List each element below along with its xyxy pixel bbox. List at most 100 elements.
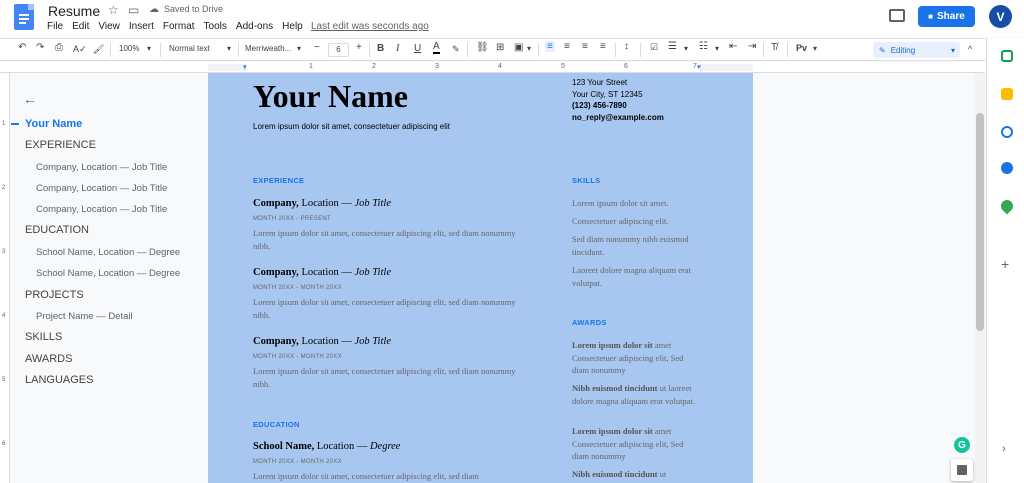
align-right-icon[interactable]: ≡ — [582, 41, 588, 52]
outline-subheading[interactable]: Project Name — Detail — [36, 311, 133, 322]
comment-history-icon[interactable] — [889, 9, 905, 22]
keep-icon[interactable] — [1001, 88, 1013, 100]
decrease-font-size-icon[interactable]: − — [314, 42, 320, 53]
school-line[interactable]: School Name, Location — Degree — [253, 441, 400, 452]
grammarly-icon[interactable]: G — [954, 437, 970, 453]
expand-panel-chevron-icon[interactable]: › — [1002, 443, 1006, 455]
editing-mode-select[interactable]: ✎ Editing ▾ — [873, 42, 960, 58]
collapse-menus-icon[interactable]: ^ — [968, 44, 972, 54]
outline-heading[interactable]: SKILLS — [25, 331, 62, 343]
skill-item[interactable]: Sed diam nonummy nibh euismod tincidunt. — [572, 233, 702, 258]
contacts-icon[interactable] — [1001, 162, 1013, 174]
document-page[interactable]: Your Name Lorem ipsum dolor sit amet, co… — [208, 73, 753, 483]
bulleted-list-icon[interactable]: ☰ — [668, 41, 677, 52]
job-dates[interactable]: MONTH 20XX - MONTH 20XX — [253, 354, 342, 360]
contact-block[interactable]: 123 Your Street Your City, ST 12345 (123… — [572, 77, 664, 123]
resume-name[interactable]: Your Name — [253, 78, 408, 115]
outline-heading[interactable]: PROJECTS — [25, 289, 84, 301]
menu-insert[interactable]: Insert — [129, 21, 154, 32]
job-title-line[interactable]: Company, Location — Job Title — [253, 336, 391, 347]
outline-subheading[interactable]: Company, Location — Job Title — [36, 162, 167, 173]
right-indent-marker[interactable]: ▾ — [697, 63, 701, 71]
job-description[interactable]: Lorem ipsum dolor sit amet, consectetuer… — [253, 365, 533, 390]
resume-tagline[interactable]: Lorem ipsum dolor sit amet, consectetuer… — [253, 122, 450, 131]
back-arrow-icon[interactable]: ← — [23, 91, 37, 107]
clear-formatting-icon[interactable]: T̸ — [771, 42, 777, 53]
skill-item[interactable]: Consectetuer adipiscing elit. — [572, 215, 702, 228]
input-tools-icon[interactable]: Pv — [796, 43, 807, 53]
checklist-icon[interactable]: ☑ — [650, 42, 658, 53]
job-dates[interactable]: MONTH 20XX - MONTH 20XX — [253, 285, 342, 291]
share-button[interactable]: ■ Share — [918, 6, 975, 27]
tasks-icon[interactable] — [1001, 126, 1013, 138]
spellcheck-icon[interactable]: A✓ — [73, 44, 87, 55]
outline-subheading[interactable]: Company, Location — Job Title — [36, 204, 167, 215]
last-edit-link[interactable]: Last edit was seconds ago — [311, 21, 429, 32]
outline-heading[interactable]: EDUCATION — [25, 224, 89, 236]
line-spacing-icon[interactable]: ↕ — [624, 41, 629, 52]
job-description[interactable]: Lorem ipsum dolor sit amet, consectetuer… — [253, 227, 533, 252]
increase-indent-icon[interactable]: ⇥ — [748, 41, 756, 52]
skill-item[interactable]: Laoreet dolore magna aliquam erat volutp… — [572, 264, 702, 289]
school-dates[interactable]: MONTH 20XX - MONTH 20XX — [253, 459, 342, 465]
menu-edit[interactable]: Edit — [72, 21, 89, 32]
vertical-ruler[interactable]: 1 2 3 4 5 6 — [0, 73, 10, 483]
scrollbar-thumb[interactable] — [976, 113, 984, 331]
award-item[interactable]: Nibh euismod tincidunt ut — [572, 468, 702, 481]
zoom-select[interactable]: 100% — [119, 44, 139, 53]
outline-subheading[interactable]: Company, Location — Job Title — [36, 183, 167, 194]
align-left-icon[interactable]: ≡ — [545, 41, 555, 52]
skills-heading[interactable]: SKILLS — [572, 176, 600, 185]
text-color-icon[interactable]: A — [433, 42, 440, 54]
menu-format[interactable]: Format — [163, 21, 195, 32]
outline-subheading[interactable]: School Name, Location — Degree — [36, 268, 180, 279]
outline-heading[interactable]: AWARDS — [25, 353, 72, 365]
job-dates[interactable]: MONTH 20XX - PRESENT — [253, 216, 331, 222]
outline-item-your-name[interactable]: Your Name — [25, 118, 82, 130]
menu-help[interactable]: Help — [282, 21, 303, 32]
underline-icon[interactable]: U — [414, 43, 421, 54]
docs-logo-icon[interactable] — [14, 4, 34, 30]
education-heading[interactable]: EDUCATION — [253, 420, 300, 429]
menu-file[interactable]: File — [47, 21, 63, 32]
numbered-list-icon[interactable]: ☷ — [699, 41, 708, 52]
insert-image-icon[interactable]: ▣ — [514, 42, 523, 53]
outline-heading[interactable]: LANGUAGES — [25, 374, 93, 386]
align-justify-icon[interactable]: ≡ — [600, 41, 606, 52]
star-icon[interactable]: ☆ — [108, 3, 119, 17]
job-title-line[interactable]: Company, Location — Job Title — [253, 198, 391, 209]
move-folder-icon[interactable]: ▭ — [128, 3, 139, 17]
bold-icon[interactable]: B — [377, 43, 384, 54]
undo-icon[interactable]: ↶ — [18, 42, 26, 53]
award-item[interactable]: Nibh euismod tincidunt ut laoreet dolore… — [572, 382, 702, 407]
award-item[interactable]: Lorem ipsum dolor sit amet Consectetuer … — [572, 339, 702, 377]
menu-addons[interactable]: Add-ons — [236, 21, 273, 32]
italic-icon[interactable]: I — [396, 43, 399, 54]
school-description[interactable]: Lorem ipsum dolor sit amet, consectetuer… — [253, 470, 533, 483]
insert-comment-icon[interactable]: ⊞ — [496, 42, 504, 53]
sheets-calendar-icon[interactable] — [1001, 50, 1013, 62]
outline-subheading[interactable]: School Name, Location — Degree — [36, 247, 180, 258]
menu-tools[interactable]: Tools — [204, 21, 227, 32]
print-icon[interactable]: ⎙ — [55, 42, 63, 53]
add-addon-icon[interactable]: + — [1001, 256, 1009, 272]
maps-icon[interactable] — [998, 197, 1016, 215]
align-center-icon[interactable]: ≡ — [564, 41, 570, 52]
job-title-line[interactable]: Company, Location — Job Title — [253, 267, 391, 278]
explore-icon[interactable] — [951, 459, 973, 481]
outline-heading[interactable]: EXPERIENCE — [25, 139, 96, 151]
font-size-input[interactable]: 6 — [328, 43, 349, 57]
font-select[interactable]: Merriweath... — [245, 44, 291, 53]
experience-heading[interactable]: EXPERIENCE — [253, 176, 304, 185]
menu-view[interactable]: View — [98, 21, 120, 32]
highlight-color-icon[interactable]: ✎ — [452, 44, 460, 55]
style-select[interactable]: Normal text — [169, 44, 210, 53]
account-avatar[interactable]: V — [989, 5, 1012, 28]
skill-item[interactable]: Lorem ipsum dolor sit amet. — [572, 197, 702, 210]
decrease-indent-icon[interactable]: ⇤ — [729, 41, 737, 52]
redo-icon[interactable]: ↷ — [36, 42, 44, 53]
paint-format-icon[interactable]: 🖌 — [93, 44, 104, 55]
insert-link-icon[interactable]: ⛓ — [476, 42, 489, 53]
job-description[interactable]: Lorem ipsum dolor sit amet, consectetuer… — [253, 296, 533, 321]
document-title[interactable]: Resume — [48, 3, 100, 19]
